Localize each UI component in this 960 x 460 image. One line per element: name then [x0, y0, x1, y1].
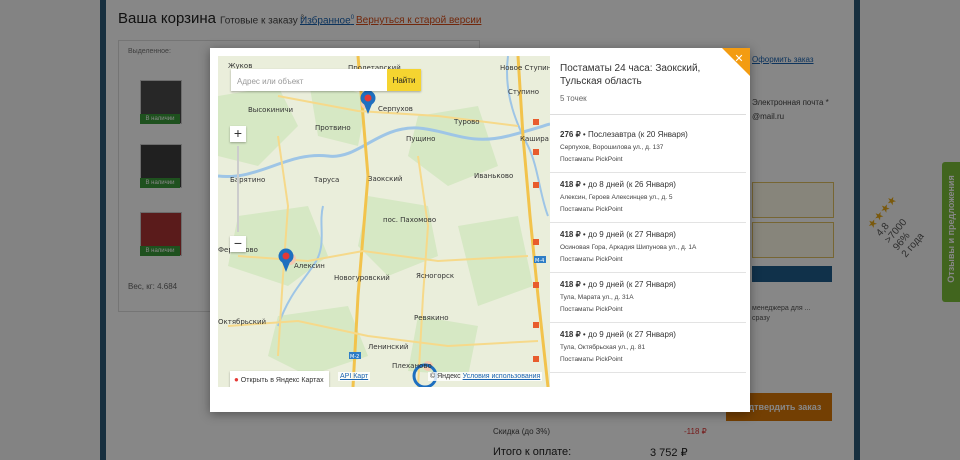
- map-search-input[interactable]: [235, 71, 379, 91]
- pickup-point-item[interactable]: 276 ₽ • Послезавтра (к 20 Января) Серпух…: [550, 123, 746, 173]
- point-summary: 276 ₽ • Послезавтра (к 20 Января): [560, 130, 688, 139]
- map-canvas[interactable]: Жуков Пролетарский Новое Ступино Высокин…: [218, 56, 550, 387]
- map-label: Алексин: [294, 262, 325, 270]
- bullet: •: [582, 330, 586, 339]
- map-search-button[interactable]: Найти: [387, 69, 421, 91]
- bullet: •: [582, 180, 586, 189]
- road-label: М-2: [350, 354, 359, 360]
- road-label: М-4: [535, 258, 544, 264]
- close-button[interactable]: ✕: [722, 48, 750, 76]
- map-label: Плеханово: [392, 362, 432, 370]
- map-label: Ревякино: [414, 314, 449, 322]
- map-label: пос. Пахомово: [383, 216, 436, 224]
- point-price: 418 ₽: [560, 280, 581, 289]
- point-price: 418 ₽: [560, 180, 581, 189]
- map-label: Новое Ступино: [500, 64, 550, 72]
- point-summary: 418 ₽ • до 8 дней (к 26 Января): [560, 180, 676, 189]
- point-summary: 418 ₽ • до 9 дней (к 27 Января): [560, 280, 676, 289]
- point-delivery: до 9 дней (к 27 Января): [587, 280, 676, 289]
- point-address: Тула, Марата ул., д. 31А: [560, 294, 634, 301]
- pickup-point-item[interactable]: 418 ₽ • до 8 дней (к 26 Января) Алексин,…: [550, 173, 746, 223]
- bullet: •: [582, 280, 586, 289]
- map-label: Кашира: [520, 135, 549, 143]
- list-title: Постаматы 24 часа: Заокский, Тульская об…: [560, 63, 701, 87]
- point-summary: 418 ₽ • до 9 дней (к 27 Января): [560, 330, 676, 339]
- map-label: Иваньково: [474, 172, 513, 180]
- points-count: 5 точек: [560, 94, 587, 103]
- point-price: 418 ₽: [560, 230, 581, 239]
- point-delivery: до 9 дней (к 27 Января): [587, 330, 676, 339]
- map-label: Высокиничи: [248, 106, 293, 114]
- point-delivery: до 9 дней (к 27 Января): [587, 230, 676, 239]
- pickup-points-dialog: Жуков Пролетарский Новое Ступино Высокин…: [210, 48, 750, 412]
- map-label: Протвино: [315, 124, 351, 132]
- map-label: Пущино: [406, 135, 435, 143]
- map-label: Серпухов: [378, 105, 413, 113]
- terms-of-use-link[interactable]: Условия использования: [463, 373, 541, 380]
- point-operator: Постаматы PickPoint: [560, 156, 623, 163]
- map-label: Ясногорск: [416, 272, 454, 280]
- bullet: •: [582, 130, 586, 139]
- map-label: Турово: [453, 118, 480, 126]
- zoom-out-button[interactable]: −: [230, 236, 246, 252]
- point-operator: Постаматы PickPoint: [560, 256, 623, 263]
- yandex-map[interactable]: Жуков Пролетарский Новое Ступино Высокин…: [218, 56, 550, 387]
- point-delivery: до 8 дней (к 26 Января): [587, 180, 676, 189]
- open-in-yandex-maps-button[interactable]: ● Открыть в Яндекс Картах: [230, 371, 329, 387]
- point-address: Серпухов, Ворошилова ул., д. 137: [560, 144, 664, 151]
- point-address: Алексин, Героев Алексинцев ул., д. 5: [560, 194, 673, 201]
- yandex-copyright: © Яндекс: [430, 373, 461, 380]
- location-pin-icon: ●: [234, 375, 239, 384]
- point-delivery: Послезавтра (к 20 Января): [587, 130, 688, 139]
- map-search: Найти: [231, 69, 421, 91]
- zoom-control: + −: [230, 126, 246, 256]
- map-attribution: © Яндекс Условия использования: [428, 372, 543, 381]
- point-summary: 418 ₽ • до 9 дней (к 27 Января): [560, 230, 676, 239]
- point-operator: Постаматы PickPoint: [560, 356, 623, 363]
- api-maps-link[interactable]: API Карт: [338, 372, 371, 381]
- map-label: Заокский: [368, 175, 402, 183]
- point-price: 276 ₽: [560, 130, 581, 139]
- close-icon: ✕: [734, 52, 743, 65]
- open-in-yandex-label: Открыть в Яндекс Картах: [240, 377, 324, 384]
- pickup-point-list: Постаматы 24 часа: Заокский, Тульская об…: [550, 48, 750, 387]
- bullet: •: [582, 230, 586, 239]
- map-label: Ленинский: [368, 343, 408, 351]
- point-address: Осиновая Гора, Аркадия Шипунова ул., д. …: [560, 244, 697, 251]
- list-divider: [550, 114, 746, 115]
- map-label: Октябрьский: [218, 318, 266, 326]
- pickup-point-item[interactable]: 418 ₽ • до 9 дней (к 27 Января) Тула, Ма…: [550, 273, 746, 323]
- point-price: 418 ₽: [560, 330, 581, 339]
- map-label: Ступино: [508, 88, 539, 96]
- zoom-slider[interactable]: [237, 146, 239, 232]
- point-operator: Постаматы PickPoint: [560, 306, 623, 313]
- point-address: Тула, Октябрьская ул., д. 81: [560, 344, 646, 351]
- map-label: Новогуровский: [334, 274, 390, 282]
- zoom-in-button[interactable]: +: [230, 126, 246, 142]
- map-label: Таруса: [313, 176, 339, 184]
- pickup-point-item[interactable]: 418 ₽ • до 9 дней (к 27 Января) Тула, Ок…: [550, 323, 746, 373]
- pickup-point-item[interactable]: 418 ₽ • до 9 дней (к 27 Января) Осиновая…: [550, 223, 746, 273]
- point-operator: Постаматы PickPoint: [560, 206, 623, 213]
